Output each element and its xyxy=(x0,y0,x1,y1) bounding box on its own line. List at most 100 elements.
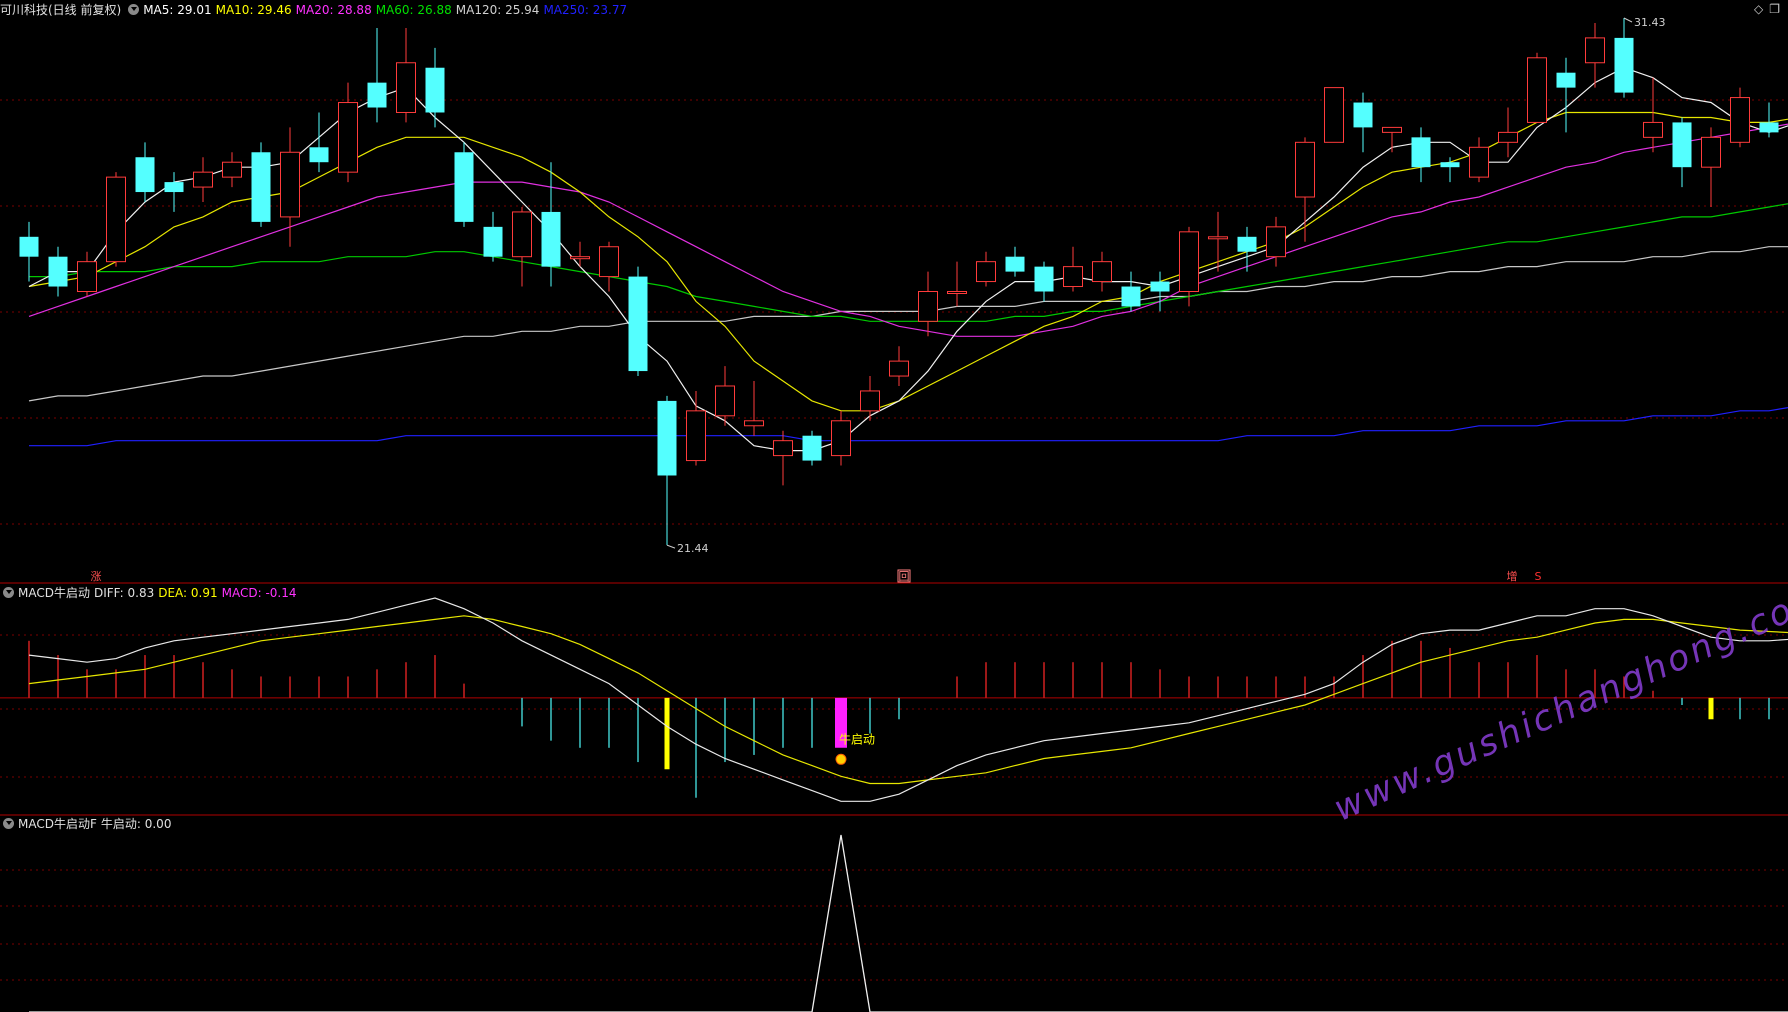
candle-body-up xyxy=(1643,121,1663,138)
candle-body-down xyxy=(367,82,387,108)
candle-body-up xyxy=(918,291,938,322)
candle-body-up xyxy=(1585,37,1605,64)
candle-body-down xyxy=(802,435,822,461)
chart-canvas[interactable]: 牛启动 31.43 21.44 涨 回 增 S xyxy=(0,0,1788,1012)
candle-body-up xyxy=(889,360,909,377)
ma5-label: MA5: 29.01 xyxy=(143,3,212,17)
candle-body-up xyxy=(1469,146,1489,178)
candle-body-down xyxy=(425,67,445,113)
candle-body-up xyxy=(1266,226,1286,258)
candle-body-up xyxy=(1295,141,1315,198)
candle-body-down xyxy=(1353,102,1373,128)
grid-lines xyxy=(0,99,1788,981)
signal-value-label: 牛启动: 0.00 xyxy=(100,817,172,831)
min-price-label: 21.44 xyxy=(677,542,709,555)
candle-body-up xyxy=(599,246,619,278)
candle-body-up xyxy=(512,211,532,258)
ma60-line xyxy=(29,203,1788,322)
candle-body-up xyxy=(1092,261,1112,283)
candle-body-down xyxy=(1005,256,1025,272)
ma250-label: MA250: 23.77 xyxy=(543,3,628,17)
bull-start-label: 牛启动 xyxy=(839,731,875,746)
candle-body-up xyxy=(744,420,764,427)
ma5-line xyxy=(28,67,1788,452)
candle-body-down xyxy=(251,152,271,222)
diamond-icon[interactable]: ◇ xyxy=(1754,2,1763,16)
price-labels: 31.43 21.44 涨 回 增 S xyxy=(91,16,1666,583)
candle-body-down xyxy=(1556,72,1576,88)
candle-body-up xyxy=(1324,87,1344,143)
candle-body-down xyxy=(1440,162,1460,168)
candle-body-down xyxy=(1150,281,1170,292)
candle-body-up xyxy=(570,256,590,260)
ma120-label: MA120: 25.94 xyxy=(455,3,540,17)
dea-label: DEA: 0.91 xyxy=(158,586,218,600)
dropdown-icon[interactable] xyxy=(128,4,140,15)
dropdown-icon[interactable] xyxy=(3,587,14,598)
stock-title[interactable]: 可川科技(日线 前复权) xyxy=(0,3,121,17)
macd-panel-header: MACD牛启动 DIFF: 0.83 DEA: 0.91 MACD: -0.14 xyxy=(0,585,301,601)
s-marker: S xyxy=(1535,570,1542,583)
ma10-label: MA10: 29.46 xyxy=(215,3,292,17)
dropdown-icon[interactable] xyxy=(3,818,14,829)
candle-body-up xyxy=(106,176,126,263)
moving-average-lines xyxy=(28,67,1788,452)
candle-body-up xyxy=(1527,57,1547,123)
diff-label: DIFF: 0.83 xyxy=(93,586,155,600)
candle-body-up xyxy=(1208,236,1228,240)
ma250-line xyxy=(29,406,1788,447)
candle-body-up xyxy=(860,390,880,412)
max-pointer xyxy=(1623,17,1633,23)
candle-body-up xyxy=(1701,136,1721,168)
candle-body-up xyxy=(1063,266,1083,288)
ma120-line xyxy=(28,246,1788,402)
candle-body-down xyxy=(483,226,503,257)
candle-body-up xyxy=(686,410,706,462)
signal-panel-header: MACD牛启动F 牛启动: 0.00 xyxy=(0,816,175,832)
dea-line xyxy=(28,615,1788,785)
candle-body-down xyxy=(541,211,561,267)
restore-icon[interactable]: ❐ xyxy=(1769,2,1780,16)
candle-body-up xyxy=(193,171,213,188)
candle-body-down xyxy=(1672,122,1692,168)
candle-body-up xyxy=(715,385,735,417)
candle-body-up xyxy=(222,161,242,178)
candle-body-down xyxy=(657,400,677,476)
candle-body-down xyxy=(1614,37,1634,93)
bull-coin-icon xyxy=(835,753,847,765)
min-pointer xyxy=(666,544,676,549)
candle-body-down xyxy=(309,147,329,163)
macd-lines: 牛启动 xyxy=(28,597,1788,802)
window-controls: ◇ ❐ xyxy=(1748,2,1780,16)
candle-body-down xyxy=(1034,266,1054,292)
candle-body-up xyxy=(947,291,967,294)
main-panel-header: 可川科技(日线 前复权) MA5: 29.01 MA10: 29.46 MA20: 2… xyxy=(0,2,631,18)
candle-body-down xyxy=(1121,286,1141,307)
candle-body-up xyxy=(1179,231,1199,292)
candle-body-down xyxy=(454,152,474,222)
candle-body-up xyxy=(1730,97,1750,143)
candle-body-down xyxy=(628,276,648,372)
bull-signal-line xyxy=(29,834,1788,1012)
candle-body-down xyxy=(135,157,155,193)
candle-body-up xyxy=(77,261,97,292)
signal-indicator-name[interactable]: MACD牛启动F xyxy=(18,817,97,831)
diff-line xyxy=(28,597,1788,802)
candle-body-down xyxy=(48,256,68,287)
candle-body-down xyxy=(1237,236,1257,252)
candle-body-down xyxy=(164,182,184,193)
signal-line xyxy=(29,834,1788,1012)
ma20-label: MA20: 28.88 xyxy=(295,3,372,17)
candle-body-down xyxy=(1759,122,1779,133)
candle-body-up xyxy=(1498,131,1518,143)
zhang-marker: 涨 xyxy=(91,570,102,583)
candle-body-up xyxy=(1382,126,1402,133)
candle-body-up xyxy=(773,440,793,457)
max-price-label: 31.43 xyxy=(1634,16,1666,29)
candle-body-up xyxy=(338,102,358,173)
macd-indicator-name[interactable]: MACD牛启动 xyxy=(18,586,90,600)
candle-body-up xyxy=(831,420,851,457)
candlesticks xyxy=(19,18,1779,546)
ma60-label: MA60: 26.88 xyxy=(375,3,452,17)
zeng-marker: 增 xyxy=(1507,569,1518,583)
